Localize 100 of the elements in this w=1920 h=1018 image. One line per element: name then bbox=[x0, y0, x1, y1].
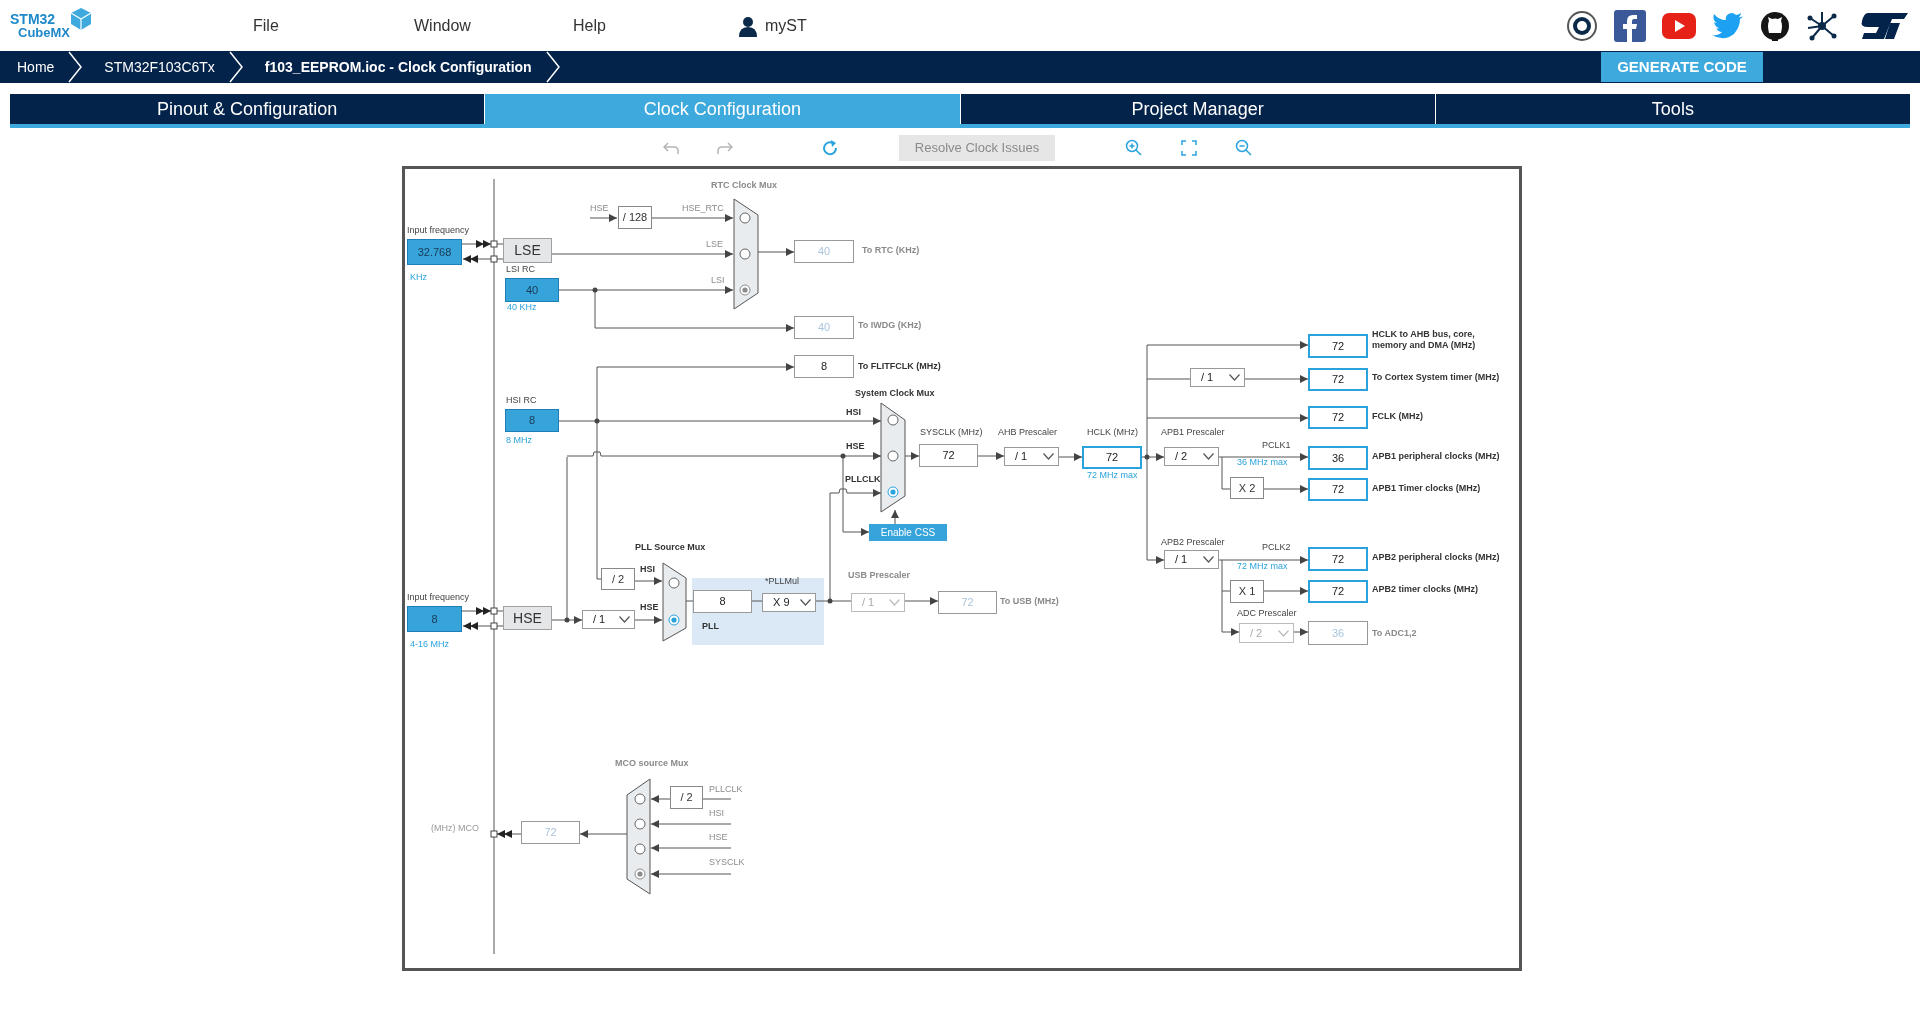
radio-button[interactable] bbox=[739, 248, 751, 260]
radio-button[interactable] bbox=[634, 818, 646, 830]
diagram-label: APB1 Timer clocks (MHz) bbox=[1372, 483, 1481, 494]
facebook-icon[interactable] bbox=[1614, 9, 1646, 42]
zoom-out-icon[interactable] bbox=[1235, 138, 1253, 157]
oscillator-block: HSE bbox=[503, 606, 552, 630]
cat-icon[interactable] bbox=[1760, 10, 1790, 41]
diagram-label: System Clock Mux bbox=[855, 388, 935, 399]
connector-arrow bbox=[579, 830, 628, 838]
diagram-label: To IWDG (KHz) bbox=[858, 320, 922, 331]
connector-arrow bbox=[904, 597, 939, 605]
diagram-label: HCLK (MHz) bbox=[1087, 427, 1138, 438]
zoom-in-icon[interactable] bbox=[1125, 138, 1143, 157]
connector-arrow bbox=[891, 509, 899, 525]
connector-arrow bbox=[1263, 485, 1309, 493]
diagram-label: HSE bbox=[709, 832, 728, 843]
frequency-output: 72 bbox=[521, 821, 580, 844]
frequency-input[interactable]: 8 bbox=[407, 606, 462, 632]
breadcrumb-link[interactable]: Home bbox=[0, 56, 69, 78]
junction-dot bbox=[840, 453, 846, 459]
radio-button[interactable] bbox=[887, 414, 899, 426]
menu-item[interactable]: Help bbox=[573, 16, 606, 34]
diagram-label: APB2 Prescaler bbox=[1161, 537, 1225, 548]
diagram-label: To USB (MHz) bbox=[1000, 596, 1059, 607]
diagram-label: HSI bbox=[640, 564, 655, 575]
connector-arrow bbox=[1058, 453, 1083, 461]
diagram-label: To RTC (KHz) bbox=[862, 245, 920, 256]
menu-item[interactable]: Window bbox=[414, 16, 471, 34]
diagram-label: (MHz) MCO bbox=[431, 823, 479, 834]
menu-item[interactable]: File bbox=[253, 16, 279, 34]
radio-button[interactable] bbox=[887, 450, 899, 462]
diagram-label: RTC Clock Mux bbox=[711, 180, 777, 191]
connector-line bbox=[685, 600, 694, 602]
person-icon[interactable] bbox=[737, 14, 759, 37]
diagram-label: 8 MHz bbox=[506, 435, 532, 446]
diagram-label: 72 MHz max bbox=[1237, 561, 1288, 572]
diagram-label: PLLCLK bbox=[845, 474, 881, 485]
pin-square bbox=[490, 240, 498, 248]
frequency-output: 72 bbox=[938, 591, 997, 614]
diagram-label: USB Prescaler bbox=[848, 570, 911, 581]
frequency-input[interactable]: 32.768 bbox=[407, 239, 462, 265]
breadcrumb-link[interactable]: STM32F103C6Tx bbox=[82, 56, 229, 78]
chevron-down-icon bbox=[1043, 453, 1054, 460]
network-icon[interactable] bbox=[1806, 9, 1838, 42]
diagram-label: KHz bbox=[410, 272, 427, 283]
prescaler-dropdown[interactable]: / 1 bbox=[1164, 550, 1219, 569]
logo-text: CubeMX bbox=[17, 25, 70, 39]
connector-line bbox=[702, 798, 732, 800]
radio-button[interactable] bbox=[668, 614, 680, 626]
radio-button[interactable] bbox=[634, 843, 646, 855]
diagram-label: PLL Source Mux bbox=[635, 542, 706, 553]
pin-square bbox=[490, 830, 498, 838]
divider-block: X 1 bbox=[1230, 580, 1264, 603]
connector-arrow bbox=[551, 616, 583, 624]
frequency-output: 72 bbox=[1308, 334, 1368, 358]
diagram-label: To FLITFCLK (MHz) bbox=[858, 361, 941, 372]
diagram-label: 36 MHz max bbox=[1237, 457, 1288, 468]
fit-screen-icon[interactable] bbox=[1181, 139, 1197, 156]
chevron-down-icon bbox=[619, 616, 630, 623]
diagram-label: HCLK to AHB bus, core, memory and DMA (MHz) bbox=[1372, 329, 1477, 351]
breadcrumb-link[interactable]: f103_EEPROM.ioc - Clock Configuration bbox=[242, 56, 546, 78]
chevron-right-icon bbox=[228, 51, 243, 83]
diagram-label: *PLLMul bbox=[765, 576, 800, 587]
diagram-label: APB2 timer clocks (MHz) bbox=[1372, 584, 1479, 595]
connector-arrow bbox=[589, 214, 618, 222]
radio-button[interactable] bbox=[668, 577, 680, 589]
prescaler-dropdown[interactable]: / 2 bbox=[1164, 447, 1219, 466]
chevron-down-icon bbox=[889, 599, 900, 606]
prescaler-dropdown[interactable]: / 1 bbox=[1190, 368, 1245, 387]
radio-button[interactable] bbox=[634, 793, 646, 805]
account-link[interactable]: myST bbox=[765, 13, 807, 38]
pin-square bbox=[490, 607, 498, 615]
video-play-icon[interactable] bbox=[1662, 12, 1696, 39]
radio-button[interactable] bbox=[634, 868, 646, 880]
diagram-label: To ADC1,2 bbox=[1372, 628, 1417, 639]
pin-square bbox=[490, 622, 498, 630]
radio-button[interactable] bbox=[739, 212, 751, 224]
diagram-label: APB1 Prescaler bbox=[1161, 427, 1225, 438]
bird-icon[interactable] bbox=[1712, 11, 1744, 40]
radio-button[interactable] bbox=[739, 284, 751, 296]
connector-line bbox=[496, 610, 504, 612]
prescaler-dropdown[interactable]: X 9 bbox=[762, 593, 816, 612]
chevron-down-icon bbox=[800, 599, 811, 606]
diagram-label: HSE bbox=[590, 203, 609, 214]
diagram-label: PLL bbox=[702, 621, 719, 632]
badge-icon[interactable] bbox=[1566, 9, 1598, 42]
diagram-label: PCLK2 bbox=[1262, 542, 1291, 553]
prescaler-dropdown[interactable]: / 1 bbox=[582, 610, 635, 629]
diagram-label: Input frequency bbox=[407, 225, 470, 236]
divider-block: X 2 bbox=[1230, 477, 1264, 499]
diagram-label: LSI RC bbox=[506, 264, 535, 275]
frequency-input[interactable]: 40 bbox=[505, 278, 559, 302]
frequency-input[interactable]: 8 bbox=[505, 409, 559, 432]
radio-button[interactable] bbox=[887, 486, 899, 498]
connector-arrow bbox=[1244, 375, 1309, 383]
junction-dot bbox=[1144, 454, 1150, 460]
diagram-label: HSE_RTC bbox=[682, 203, 724, 214]
diagram-label: HSE bbox=[640, 602, 659, 613]
refresh-icon[interactable] bbox=[821, 138, 839, 157]
prescaler-dropdown[interactable]: / 1 bbox=[1004, 447, 1059, 466]
